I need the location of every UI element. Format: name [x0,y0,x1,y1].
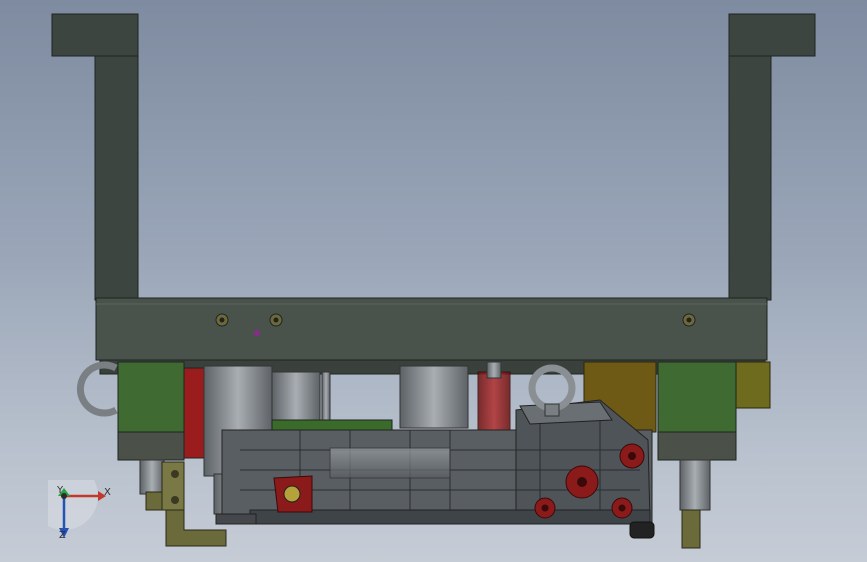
left-green-block [76,361,205,495]
cad-viewport[interactable]: X Y Z [0,0,867,562]
left-frame-column [51,13,139,301]
y-axis-label: Y [57,485,64,496]
assembly-model[interactable] [0,0,867,562]
z-axis-label: Z [59,530,66,541]
right-frame-column [728,13,816,301]
x-axis-label: X [104,487,111,498]
